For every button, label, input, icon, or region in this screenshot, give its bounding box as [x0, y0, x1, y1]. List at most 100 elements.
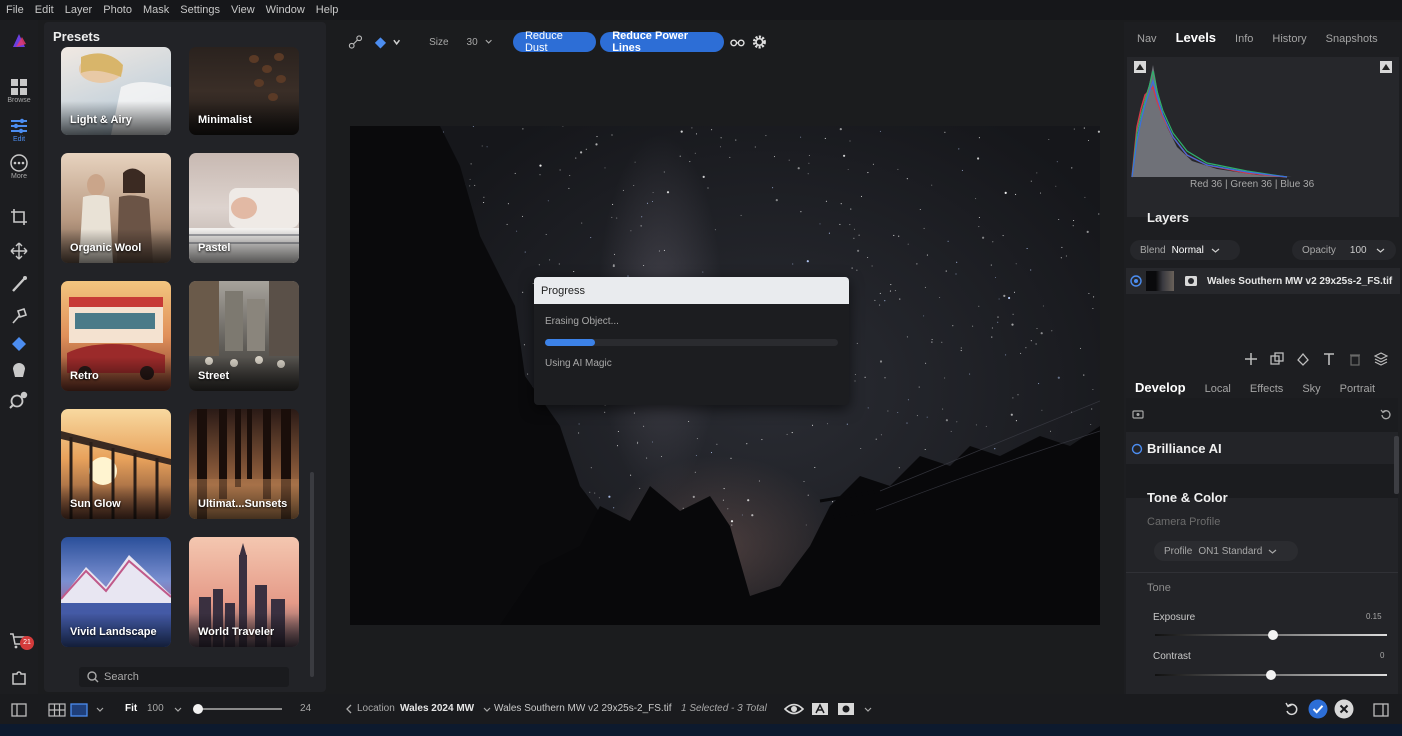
fill-layer-icon[interactable]	[1296, 352, 1310, 366]
exposure-slider[interactable]	[1155, 630, 1387, 640]
tab-levels[interactable]: Levels	[1176, 30, 1216, 45]
rail-edit[interactable]: Edit	[0, 117, 38, 143]
zoom-value[interactable]: 100	[147, 703, 164, 714]
menu-view[interactable]: View	[231, 4, 255, 16]
menu-photo[interactable]: Photo	[103, 4, 132, 16]
opacity-dropdown[interactable]: Opacity 100	[1292, 240, 1396, 260]
preset-tile[interactable]: Minimalist	[189, 47, 299, 135]
cart-button[interactable]: 21	[0, 632, 38, 656]
preset-browse-icon[interactable]	[1132, 408, 1144, 420]
view-chevron-icon[interactable]	[95, 705, 105, 715]
tab-nav[interactable]: Nav	[1137, 33, 1157, 45]
chevron-left-icon[interactable]	[345, 704, 353, 714]
layer-stack-icon[interactable]	[1374, 352, 1388, 366]
menu-layer[interactable]: Layer	[65, 4, 93, 16]
presets-search-input[interactable]: Search	[79, 667, 289, 687]
tab-portrait[interactable]: Portrait	[1340, 383, 1375, 395]
menu-edit[interactable]: Edit	[35, 4, 54, 16]
menu-settings[interactable]: Settings	[180, 4, 220, 16]
toggle-left-panel-icon[interactable]	[11, 703, 27, 717]
contrast-slider[interactable]	[1155, 670, 1387, 680]
preset-tile[interactable]: World Traveler	[189, 537, 299, 647]
add-layer-icon[interactable]	[1244, 352, 1258, 366]
undo-icon[interactable]	[1284, 701, 1300, 717]
layer-item[interactable]: Wales Southern MW v2 29x25s-2_FS.tif	[1126, 268, 1400, 294]
duplicate-layer-icon[interactable]	[1270, 352, 1284, 366]
preset-tile[interactable]: Ultimat...Sunsets	[189, 409, 299, 519]
node-mode-icon[interactable]	[348, 34, 363, 50]
preset-tile[interactable]: Light & Airy	[61, 47, 171, 135]
zoom-tool[interactable]	[0, 390, 38, 410]
zoom-chevron-icon[interactable]	[173, 705, 183, 715]
star	[740, 214, 742, 216]
tab-sky[interactable]: Sky	[1302, 383, 1320, 395]
preset-tile[interactable]: Vivid Landscape	[61, 537, 171, 647]
tab-effects[interactable]: Effects	[1250, 383, 1283, 395]
reduce-power-lines-button[interactable]: Reduce Power Lines	[600, 30, 725, 54]
perfect-eraser-tool[interactable]	[0, 334, 38, 352]
contrast-slider-knob[interactable]	[1266, 670, 1276, 680]
star	[857, 249, 860, 252]
star	[483, 201, 485, 204]
rail-more[interactable]: More	[0, 154, 38, 180]
delete-layer-icon[interactable]	[1348, 352, 1362, 366]
location-value[interactable]: Wales 2024 MW	[400, 703, 474, 714]
layer-visibility-icon[interactable]	[1130, 275, 1142, 287]
rail-browse[interactable]: Browse	[0, 78, 38, 104]
eye-icon[interactable]	[784, 702, 804, 716]
tab-local[interactable]: Local	[1205, 383, 1231, 395]
reset-icon[interactable]	[1380, 408, 1392, 420]
close-icon[interactable]	[1334, 699, 1354, 719]
extensions-button[interactable]	[0, 668, 38, 686]
retouch-tool[interactable]	[0, 307, 38, 325]
preview-chevron-icon[interactable]	[863, 705, 873, 715]
exposure-slider-knob[interactable]	[1268, 630, 1279, 640]
exposure-value[interactable]: 0.15	[1366, 612, 1382, 621]
star	[907, 399, 909, 401]
menu-file[interactable]: File	[6, 4, 24, 16]
profile-dropdown[interactable]: Profile ON1 Standard	[1154, 541, 1298, 561]
size-chevron-icon[interactable]	[484, 37, 493, 47]
menu-mask[interactable]: Mask	[143, 4, 169, 16]
size-value[interactable]: 30	[467, 37, 478, 48]
toggle-right-panel-icon[interactable]	[1373, 703, 1389, 717]
tone-color-title[interactable]: Tone & Color	[1147, 490, 1228, 505]
glasses-icon[interactable]	[730, 36, 746, 48]
chevron-down-icon[interactable]	[392, 37, 401, 47]
reduce-dust-button[interactable]: Reduce Dust	[512, 30, 597, 54]
star	[853, 237, 855, 239]
crop-tool[interactable]	[0, 208, 38, 226]
masking-tool[interactable]	[0, 361, 38, 379]
brilliance-toggle-icon[interactable]	[1131, 443, 1143, 455]
preset-tile[interactable]: Pastel	[189, 153, 299, 263]
thumbnail-slider-knob[interactable]	[193, 704, 203, 714]
fit-button[interactable]: Fit	[125, 703, 137, 714]
tab-history[interactable]: History	[1272, 33, 1306, 45]
thumbnail-size-slider[interactable]	[193, 704, 282, 714]
contrast-value[interactable]: 0	[1380, 651, 1384, 660]
presets-scrollbar[interactable]	[310, 472, 314, 677]
location-chevron-icon[interactable]	[482, 705, 492, 715]
preset-tile[interactable]: Street	[189, 281, 299, 391]
transform-tool[interactable]	[0, 242, 38, 260]
auto-adjust-icon[interactable]	[811, 702, 829, 716]
tab-info[interactable]: Info	[1235, 33, 1253, 45]
tab-snapshots[interactable]: Snapshots	[1326, 33, 1378, 45]
develop-scrollbar[interactable]	[1394, 436, 1399, 494]
preset-tile[interactable]: Sun Glow	[61, 409, 171, 519]
tab-develop[interactable]: Develop	[1135, 380, 1186, 395]
eraser-mode-icon[interactable]	[373, 34, 388, 50]
menu-help[interactable]: Help	[316, 4, 339, 16]
single-view-icon[interactable]	[70, 703, 88, 717]
brilliance-section[interactable]: Brilliance AI	[1126, 432, 1398, 464]
menu-window[interactable]: Window	[266, 4, 305, 16]
preset-tile[interactable]: Retro	[61, 281, 171, 391]
preset-tile[interactable]: Organic Wool	[61, 153, 171, 263]
brush-tool[interactable]	[0, 275, 38, 293]
gear-icon[interactable]	[751, 33, 768, 51]
blend-mode-dropdown[interactable]: Blend Normal	[1130, 240, 1240, 260]
text-layer-icon[interactable]	[1322, 352, 1336, 366]
check-icon[interactable]	[1308, 699, 1328, 719]
mask-view-icon[interactable]	[837, 702, 855, 716]
grid-view-icon[interactable]	[48, 703, 66, 717]
